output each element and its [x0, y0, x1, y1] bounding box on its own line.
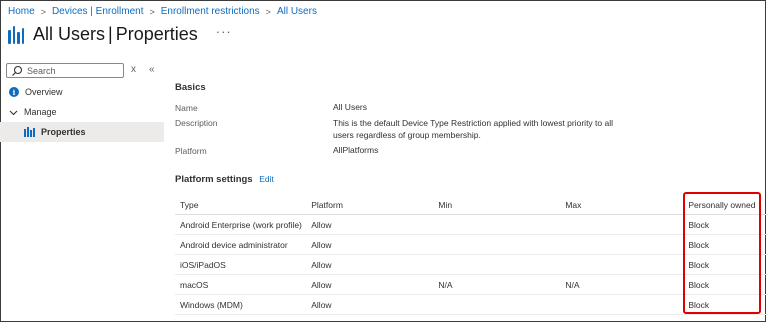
sidebar-search[interactable] — [6, 63, 124, 78]
basics-heading: Basics — [175, 82, 206, 93]
sidebar-item-label: Overview — [25, 87, 63, 97]
description-value: This is the default Device Type Restrict… — [333, 118, 613, 140]
cell-platform: Allow — [306, 274, 434, 295]
personally-owned-highlight-box — [683, 192, 761, 314]
cell-platform: Allow — [306, 234, 434, 255]
platform-settings-title: Platform settings — [175, 174, 253, 185]
breadcrumb-devices-enrollment[interactable]: Devices | Enrollment — [52, 6, 144, 17]
table-row[interactable]: Android Enterprise (work profile) Allow … — [175, 214, 768, 235]
platform-value: AllPlatforms — [333, 145, 379, 155]
cell-type: Android device administrator — [175, 234, 307, 255]
sidebar-item-properties[interactable]: Properties — [0, 122, 164, 142]
page-title-sub: Properties — [115, 24, 198, 44]
platform-settings-heading: Platform settings Edit — [175, 174, 274, 185]
name-label: Name — [175, 103, 198, 113]
column-header-min[interactable]: Min — [433, 195, 561, 215]
cell-type: iOS/iPadOS — [175, 254, 307, 275]
properties-icon — [8, 25, 24, 44]
more-options-button[interactable]: ··· — [216, 24, 232, 39]
cell-max — [560, 234, 684, 255]
breadcrumb-home[interactable]: Home — [8, 6, 35, 17]
breadcrumb-all-users[interactable]: All Users — [277, 6, 317, 17]
breadcrumb-enrollment-restrictions[interactable]: Enrollment restrictions — [161, 6, 260, 17]
cell-min — [433, 294, 561, 315]
info-icon: i — [9, 87, 19, 97]
name-value: All Users — [333, 102, 368, 112]
table-row[interactable]: iOS/iPadOS Allow Block — [175, 254, 768, 275]
chevron-down-icon — [9, 110, 18, 115]
table-row[interactable]: Windows (MDM) Allow Block — [175, 294, 768, 315]
cell-max: N/A — [560, 274, 684, 295]
table-row[interactable]: macOS Allow N/A N/A Block — [175, 274, 768, 295]
cell-max — [560, 254, 684, 275]
column-header-platform[interactable]: Platform — [306, 195, 434, 215]
page-title: All Users | Properties — [33, 24, 198, 45]
chevron-right-icon: > — [40, 6, 46, 17]
sidebar-item-label: Properties — [41, 127, 86, 137]
cell-max — [560, 214, 684, 235]
description-label: Description — [175, 118, 218, 128]
cell-min: N/A — [433, 274, 561, 295]
cell-max — [560, 294, 684, 315]
table-row[interactable]: Android device administrator Allow Block — [175, 234, 768, 255]
page-header: All Users | Properties ··· — [8, 24, 232, 45]
sidebar-group-manage[interactable]: Manage — [0, 102, 164, 122]
chevron-right-icon: > — [265, 6, 271, 17]
cell-type: Android Enterprise (work profile) — [175, 214, 307, 235]
platform-label: Platform — [175, 146, 207, 156]
platform-settings-table: Type Platform Min Max Personally owned A… — [175, 195, 768, 315]
cell-platform: Allow — [306, 214, 434, 235]
properties-icon — [24, 127, 35, 137]
edit-link[interactable]: Edit — [259, 174, 274, 184]
search-input[interactable] — [23, 65, 117, 76]
chevron-right-icon: > — [149, 6, 155, 17]
search-icon — [12, 65, 23, 76]
cell-min — [433, 254, 561, 275]
cell-type: macOS — [175, 274, 307, 295]
column-header-type[interactable]: Type — [175, 195, 307, 215]
collapse-sidebar-button[interactable]: « — [149, 64, 155, 75]
clear-search-button[interactable]: x — [131, 64, 136, 75]
sidebar-item-label: Manage — [24, 107, 57, 117]
page-title-main: All Users — [33, 24, 106, 44]
title-separator: | — [108, 24, 113, 44]
breadcrumb: Home > Devices | Enrollment > Enrollment… — [8, 6, 317, 17]
cell-platform: Allow — [306, 254, 434, 275]
cell-type: Windows (MDM) — [175, 294, 307, 315]
table-header-row: Type Platform Min Max Personally owned — [175, 195, 768, 215]
cell-min — [433, 214, 561, 235]
cell-min — [433, 234, 561, 255]
column-header-max[interactable]: Max — [560, 195, 684, 215]
cell-platform: Allow — [306, 294, 434, 315]
sidebar-item-overview[interactable]: i Overview — [0, 82, 164, 102]
